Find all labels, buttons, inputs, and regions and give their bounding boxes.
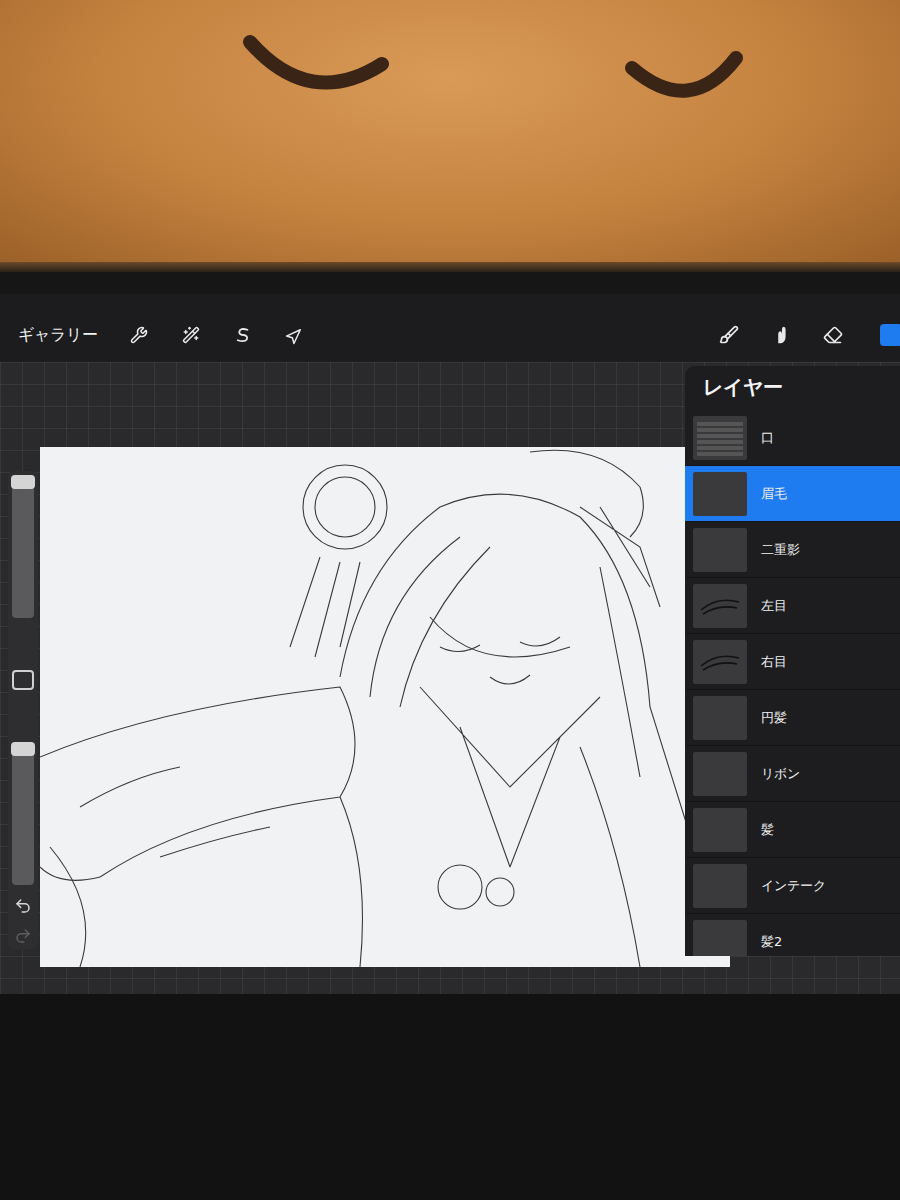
- layer-thumbnail: [693, 640, 747, 684]
- tablet: ギャラリーレイヤー口眉毛二重影左目右目円髪リボン髪インテーク髪2: [0, 272, 900, 1200]
- layer-row[interactable]: 二重影: [685, 522, 900, 578]
- layer-name: 右目: [761, 653, 787, 671]
- eye-sketch-icon: [695, 586, 745, 626]
- top-toolbar: ギャラリー: [0, 294, 900, 362]
- procreate-screen: ギャラリーレイヤー口眉毛二重影左目右目円髪リボン髪インテーク髪2: [0, 294, 900, 994]
- smudge-icon: [770, 324, 792, 346]
- layer-thumbnail: [693, 584, 747, 628]
- group-thumbnail-icon: [695, 418, 745, 458]
- layer-name: 円髪: [761, 709, 787, 727]
- actions-button[interactable]: [124, 320, 154, 350]
- layer-thumbnail: [693, 472, 747, 516]
- side-bar: [8, 471, 38, 949]
- brush-size-slider[interactable]: [12, 475, 34, 618]
- layer-name: 二重影: [761, 541, 800, 559]
- opacity-slider[interactable]: [12, 742, 34, 885]
- layer-row[interactable]: 髪2: [685, 914, 900, 956]
- redo-button[interactable]: [14, 927, 32, 945]
- layer-name: 左目: [761, 597, 787, 615]
- layers-panel: レイヤー口眉毛二重影左目右目円髪リボン髪インテーク髪2: [685, 366, 900, 956]
- layer-row[interactable]: 円髪: [685, 690, 900, 746]
- photo: ギャラリーレイヤー口眉毛二重影左目右目円髪リボン髪インテーク髪2: [0, 0, 900, 1200]
- left-tools: ギャラリー: [14, 320, 310, 350]
- layer-name: 口: [761, 429, 774, 447]
- undo-button[interactable]: [14, 897, 32, 915]
- line-art: [40, 447, 730, 967]
- cushion-seam: [0, 262, 900, 272]
- brush-tool[interactable]: [714, 320, 744, 350]
- layer-thumbnail: [693, 528, 747, 572]
- adjustments-button[interactable]: [176, 320, 206, 350]
- eye-sketch-icon: [695, 642, 745, 682]
- selection-button[interactable]: [228, 320, 258, 350]
- gallery-button[interactable]: ギャラリー: [14, 321, 102, 350]
- eraser-tool[interactable]: [818, 320, 848, 350]
- layer-row[interactable]: 左目: [685, 578, 900, 634]
- layer-row[interactable]: 眉毛: [685, 466, 900, 522]
- layer-row[interactable]: インテーク: [685, 858, 900, 914]
- slider-knob[interactable]: [11, 475, 35, 489]
- layer-thumbnail: [693, 696, 747, 740]
- layers-title: レイヤー: [685, 366, 900, 410]
- slider-knob[interactable]: [11, 742, 35, 756]
- layer-row[interactable]: リボン: [685, 746, 900, 802]
- layer-thumbnail: [693, 416, 747, 460]
- layers-icon: [880, 324, 900, 346]
- layer-row[interactable]: 髪: [685, 802, 900, 858]
- wand-icon: [182, 326, 200, 344]
- brush-icon: [719, 325, 739, 345]
- cushion: [0, 0, 900, 262]
- layer-name: 髪2: [761, 933, 782, 951]
- layer-thumbnail: [693, 920, 747, 957]
- layers-tool[interactable]: [870, 320, 900, 350]
- right-tools: [714, 320, 900, 350]
- layer-row[interactable]: 右目: [685, 634, 900, 690]
- layer-thumbnail: [693, 752, 747, 796]
- layer-row[interactable]: 口: [685, 410, 900, 466]
- eraser-icon: [823, 325, 843, 345]
- selection-icon: [234, 326, 252, 344]
- layer-name: 眉毛: [761, 485, 787, 503]
- wrench-icon: [130, 326, 148, 344]
- layer-name: インテーク: [761, 877, 826, 895]
- layer-name: 髪: [761, 821, 774, 839]
- layer-thumbnail: [693, 808, 747, 852]
- smudge-tool[interactable]: [766, 320, 796, 350]
- canvas[interactable]: [40, 447, 730, 967]
- layer-name: リボン: [761, 765, 800, 783]
- tablet-bezel: [0, 994, 900, 1200]
- redo-icon: [14, 927, 32, 945]
- modify-button[interactable]: [12, 670, 34, 691]
- undo-icon: [14, 897, 32, 915]
- layer-thumbnail: [693, 864, 747, 908]
- arrow-icon: [282, 322, 307, 347]
- cushion-eyes-icon: [0, 0, 900, 262]
- transform-button[interactable]: [280, 320, 310, 350]
